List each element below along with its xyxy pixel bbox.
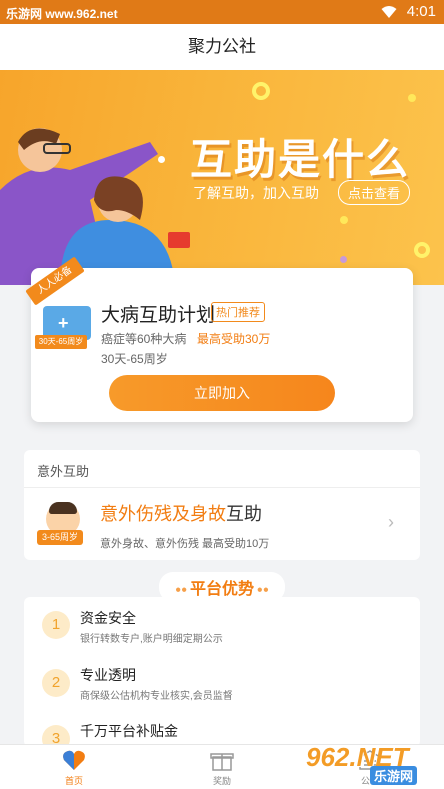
join-button[interactable]: 立即加入	[109, 375, 335, 411]
accident-header: 意外互助	[37, 464, 90, 479]
dots-icon: ●●	[175, 584, 190, 596]
decor-dot	[408, 94, 416, 102]
accident-title-highlight: 意外伤残及身故	[100, 504, 226, 524]
chevron-right-icon[interactable]: ›	[388, 512, 394, 533]
plan-description: 癌症等60种大病	[101, 332, 187, 346]
accident-age-tag: 3-65周岁	[37, 530, 83, 545]
plan-age-range: 30天-65周岁	[101, 352, 168, 366]
banner-title: 互助是什么	[190, 136, 411, 183]
status-right: 4:01	[381, 3, 436, 20]
accident-title-rest: 互助	[226, 504, 262, 524]
dots-icon: ●●	[254, 584, 269, 596]
decor-ring	[414, 242, 430, 258]
advantages-title: 平台优势	[189, 581, 254, 598]
decor-ring	[252, 82, 270, 100]
watermark-logo: 962.NET 乐游网	[306, 740, 440, 786]
advantage-desc: 商保级公估机构专业核实,会员监督	[80, 691, 233, 702]
banner[interactable]: 互助是什么 了解互助，加入互助 点击查看	[0, 70, 444, 285]
accident-card: 意外互助 3-65周岁 意外伤残及身故互助 意外身故、意外伤残 最高受助10万 …	[24, 450, 420, 560]
watermark-site-text: 乐游网	[370, 766, 418, 785]
tab-rewards[interactable]: 奖励	[148, 745, 296, 789]
wifi-icon	[381, 5, 397, 18]
advantage-title: 资金安全	[80, 610, 136, 626]
banner-subtitle: 了解互助，加入互助	[193, 185, 319, 201]
gift-icon	[210, 753, 234, 771]
tab-home-label: 首页	[64, 776, 83, 786]
banner-illustration	[0, 128, 190, 285]
plan-card[interactable]: 人人必备 + 30天-65周岁 大病互助计划 热门推荐 癌症等60种大病 最高受…	[25, 256, 413, 422]
advantages-card: 1 资金安全 银行转数专户,账户明细定期公示 2 专业透明 商保级公估机构专业核…	[24, 597, 420, 747]
decor-dot	[340, 256, 347, 263]
advantage-title: 专业透明	[80, 667, 136, 683]
page-title: 聚力公社	[0, 24, 444, 70]
plan-name: 大病互助计划	[101, 305, 216, 326]
advantage-title: 千万平台补贴金	[80, 723, 178, 739]
tab-rewards-label: 奖励	[212, 776, 231, 786]
status-time: 4:01	[406, 3, 436, 20]
accident-description: 意外身故、意外伤残 最高受助10万	[100, 538, 270, 550]
banner-view-button[interactable]: 点击查看	[338, 180, 411, 205]
status-site-text: 乐游网 www.962.net	[6, 7, 118, 21]
plan-icon-tag: 30天-65周岁	[35, 335, 87, 349]
accident-title: 意外伤残及身故互助	[100, 500, 262, 526]
advantage-desc: 银行转数专户,账户明细定期公示	[80, 634, 223, 645]
status-bar: 乐游网 www.962.net 4:01	[0, 0, 444, 24]
number-badge: 2	[42, 669, 70, 697]
number-badge: 1	[42, 611, 70, 639]
plan-hot-badge: 热门推荐	[211, 302, 265, 322]
heart-icon	[63, 750, 85, 770]
decor-dot	[340, 216, 348, 224]
tab-home[interactable]: 首页	[0, 745, 148, 789]
plan-highlight: 最高受助30万	[197, 332, 271, 346]
